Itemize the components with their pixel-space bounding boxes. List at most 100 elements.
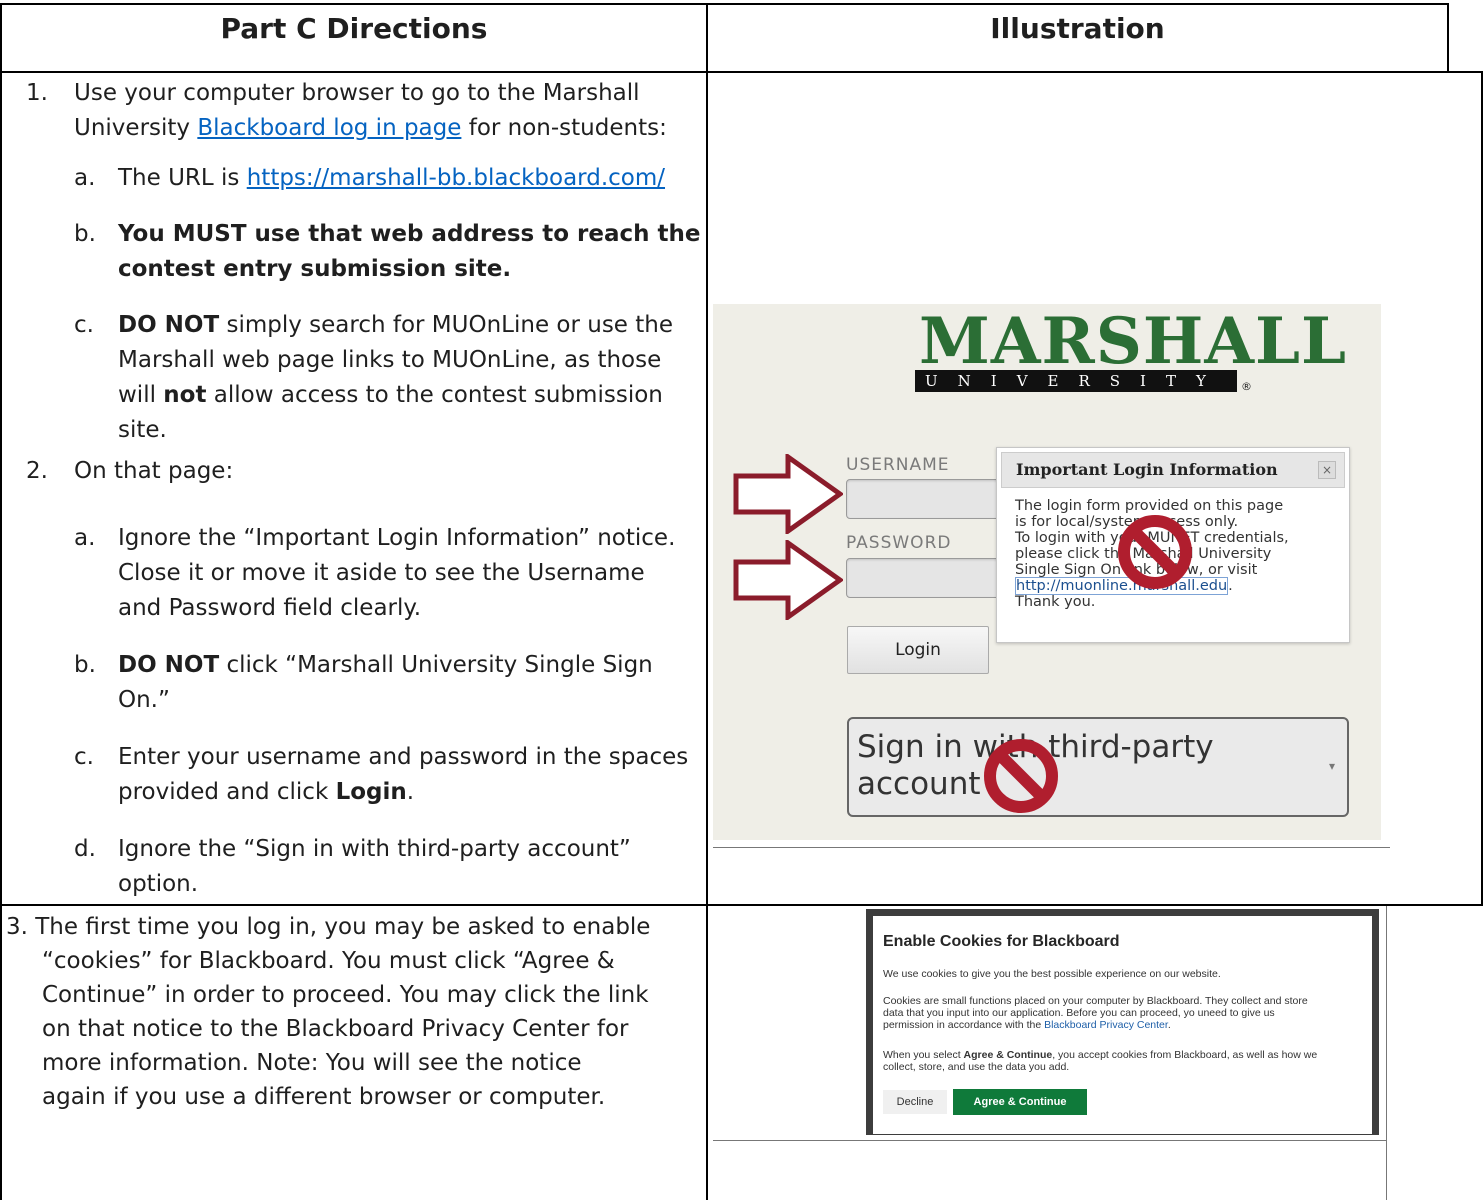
step2c-label: c. [74,744,94,770]
table-border-top [0,3,1449,5]
image-frame-bottom-2 [713,1140,1387,1141]
step1-line1: Use your computer browser to go to the M… [74,80,640,106]
username-label: USERNAME [846,455,950,475]
step2b-line2: On.” [118,687,170,713]
step1c-line3-bold: not [163,382,207,408]
cookie-p2-line1: Cookies are small functions placed on yo… [883,995,1308,1007]
step3-line6: again if you use a different browser or … [42,1084,606,1110]
step3-line1: 3. The first time you log in, you may be… [6,914,651,940]
privacy-center-link[interactable]: Blackboard Privacy Center [1044,1019,1168,1031]
cookie-p3-bold: Agree & Continue [963,1049,1053,1061]
cookie-p2: Cookies are small functions placed on yo… [883,995,1367,1031]
password-field[interactable] [846,558,1000,598]
marshall-logo: MARSHALL [919,304,1348,379]
popup-line1: The login form provided on this page [1015,498,1284,514]
step2d-line2: option. [118,871,199,897]
step1-line2: University Blackboard log in page for no… [74,111,667,146]
step1c-line1: simply search for MUOnLine or use the [219,312,674,338]
cookie-p2-line3-post: . [1167,1019,1171,1031]
cookie-p2-line3-pre: permission in accordance with the [883,1019,1045,1031]
step1a-pre: The URL is [118,165,247,191]
step1c-line4: site. [118,417,167,443]
cookie-dialog-title: Enable Cookies for Blackboard [883,933,1120,950]
blackboard-url-link[interactable]: https://marshall-bb.blackboard.com/ [247,165,665,191]
header-row-divider [0,71,1483,73]
password-label: PASSWORD [846,533,952,553]
header-directions: Part C Directions [220,12,488,45]
step2a-line2: Close it or move it aside to see the Use… [118,560,645,586]
step2c-line1: Enter your username and password in the … [118,744,689,770]
registered-mark: ® [1241,380,1252,393]
step2d-text: Ignore the “Sign in with third-party acc… [118,832,631,902]
table-border-right-header [1447,3,1449,73]
agree-continue-button[interactable]: Agree & Continue [953,1089,1087,1115]
cookie-p3-line2: collect, store, and use the data you add… [883,1061,1070,1073]
step2c-bold: Login [335,779,407,805]
cookie-p3: When you select Agree & Continue, you ac… [883,1049,1367,1073]
close-icon[interactable]: × [1318,461,1336,479]
step3-line5: more information. Note: You will see the… [42,1050,582,1076]
step2c-line2-post: . [406,779,415,805]
step1c-line3-post: allow access to the contest submission [206,382,663,408]
decline-button[interactable]: Decline [883,1090,947,1114]
step2a-line3: and Password field clearly. [118,595,422,621]
cookie-p3-pre: When you select [883,1049,964,1061]
popup-link-period: . [1228,578,1233,594]
step1a-text: The URL is https://marshall-bb.blackboar… [118,161,665,196]
third-party-label: Sign in with third-party account [857,729,1214,802]
step2-text: On that page: [74,458,234,484]
no-entry-icon-popup [1118,515,1192,589]
step1c-bold: DO NOT [118,312,220,338]
no-entry-icon-third-party [984,739,1058,813]
step2b-text: DO NOT click “Marshall University Single… [118,648,653,718]
username-field[interactable] [846,479,1000,519]
popup-line7: Thank you. [1015,594,1096,610]
popup-header: Important Login Information × [1001,452,1345,488]
cookie-p3-post: , you accept cookies from Blackboard, as… [1052,1049,1318,1061]
table-column-divider [706,3,708,1200]
header-illustration: Illustration [990,12,1165,45]
step3-line4: on that notice to the Blackboard Privacy… [42,1016,629,1042]
step3-line3: Continue” in order to proceed. You may c… [42,982,649,1008]
cookie-p2-line2: data that you input into our application… [883,1007,1275,1019]
login-button[interactable]: Login [847,626,989,674]
step2b-line1: click “Marshall University Single Sign [219,652,653,678]
marshall-logo-bar: UNIVERSITY [915,370,1237,392]
step2c-line2-pre: provided and click [118,779,336,805]
step1c-line3-pre: will [118,382,164,408]
step1b-text: You MUST use that web address to reach t… [118,217,700,287]
step2b-label: b. [74,652,96,678]
step3-text: 3. The first time you log in, you may be… [2,910,650,1114]
step2b-bold: DO NOT [118,652,220,678]
cookie-dialog: Enable Cookies for Blackboard We use coo… [873,916,1372,1134]
step2-number: 2. [26,458,48,484]
popup-title: Important Login Information [1016,460,1278,479]
arrow-password-icon [733,540,843,620]
step1c-text: DO NOT simply search for MUOnLine or use… [118,308,673,448]
blackboard-login-link[interactable]: Blackboard log in page [197,115,461,141]
step1b-line2: contest entry submission site. [118,256,512,282]
marshall-logo-university: UNIVERSITY [925,372,1226,390]
cookie-p1: We use cookies to give you the best poss… [883,968,1221,980]
third-party-signin-select[interactable]: Sign in with third-party account ▾ [847,717,1349,817]
enable-cookies-screenshot: Enable Cookies for Blackboard We use coo… [866,909,1379,1135]
step2a-line1: Ignore the “Important Login Information”… [118,525,676,551]
step2c-text: Enter your username and password in the … [118,740,688,810]
step3-line2: “cookies” for Blackboard. You must click… [42,948,615,974]
step2d-label: d. [74,836,96,862]
step2a-text: Ignore the “Important Login Information”… [118,521,675,626]
step2a-label: a. [74,525,96,551]
row-divider [0,904,1483,906]
dropdown-caret-icon: ▾ [1328,759,1335,773]
step1-number: 1. [26,80,48,106]
marshall-login-screenshot: MARSHALL UNIVERSITY ® USERNAME PASSWORD … [713,304,1381,840]
step1c-line2: Marshall web page links to MUOnLine, as … [118,347,662,373]
step1a-label: a. [74,165,96,191]
arrow-username-icon [733,454,843,534]
step2d-line1: Ignore the “Sign in with third-party acc… [118,836,631,862]
step1c-label: c. [74,312,94,338]
image-frame-right-2 [1386,906,1387,1200]
step1-line2-post: for non-students: [461,115,667,141]
step1-line2-pre: University [74,115,198,141]
image-frame-bottom [713,847,1390,848]
